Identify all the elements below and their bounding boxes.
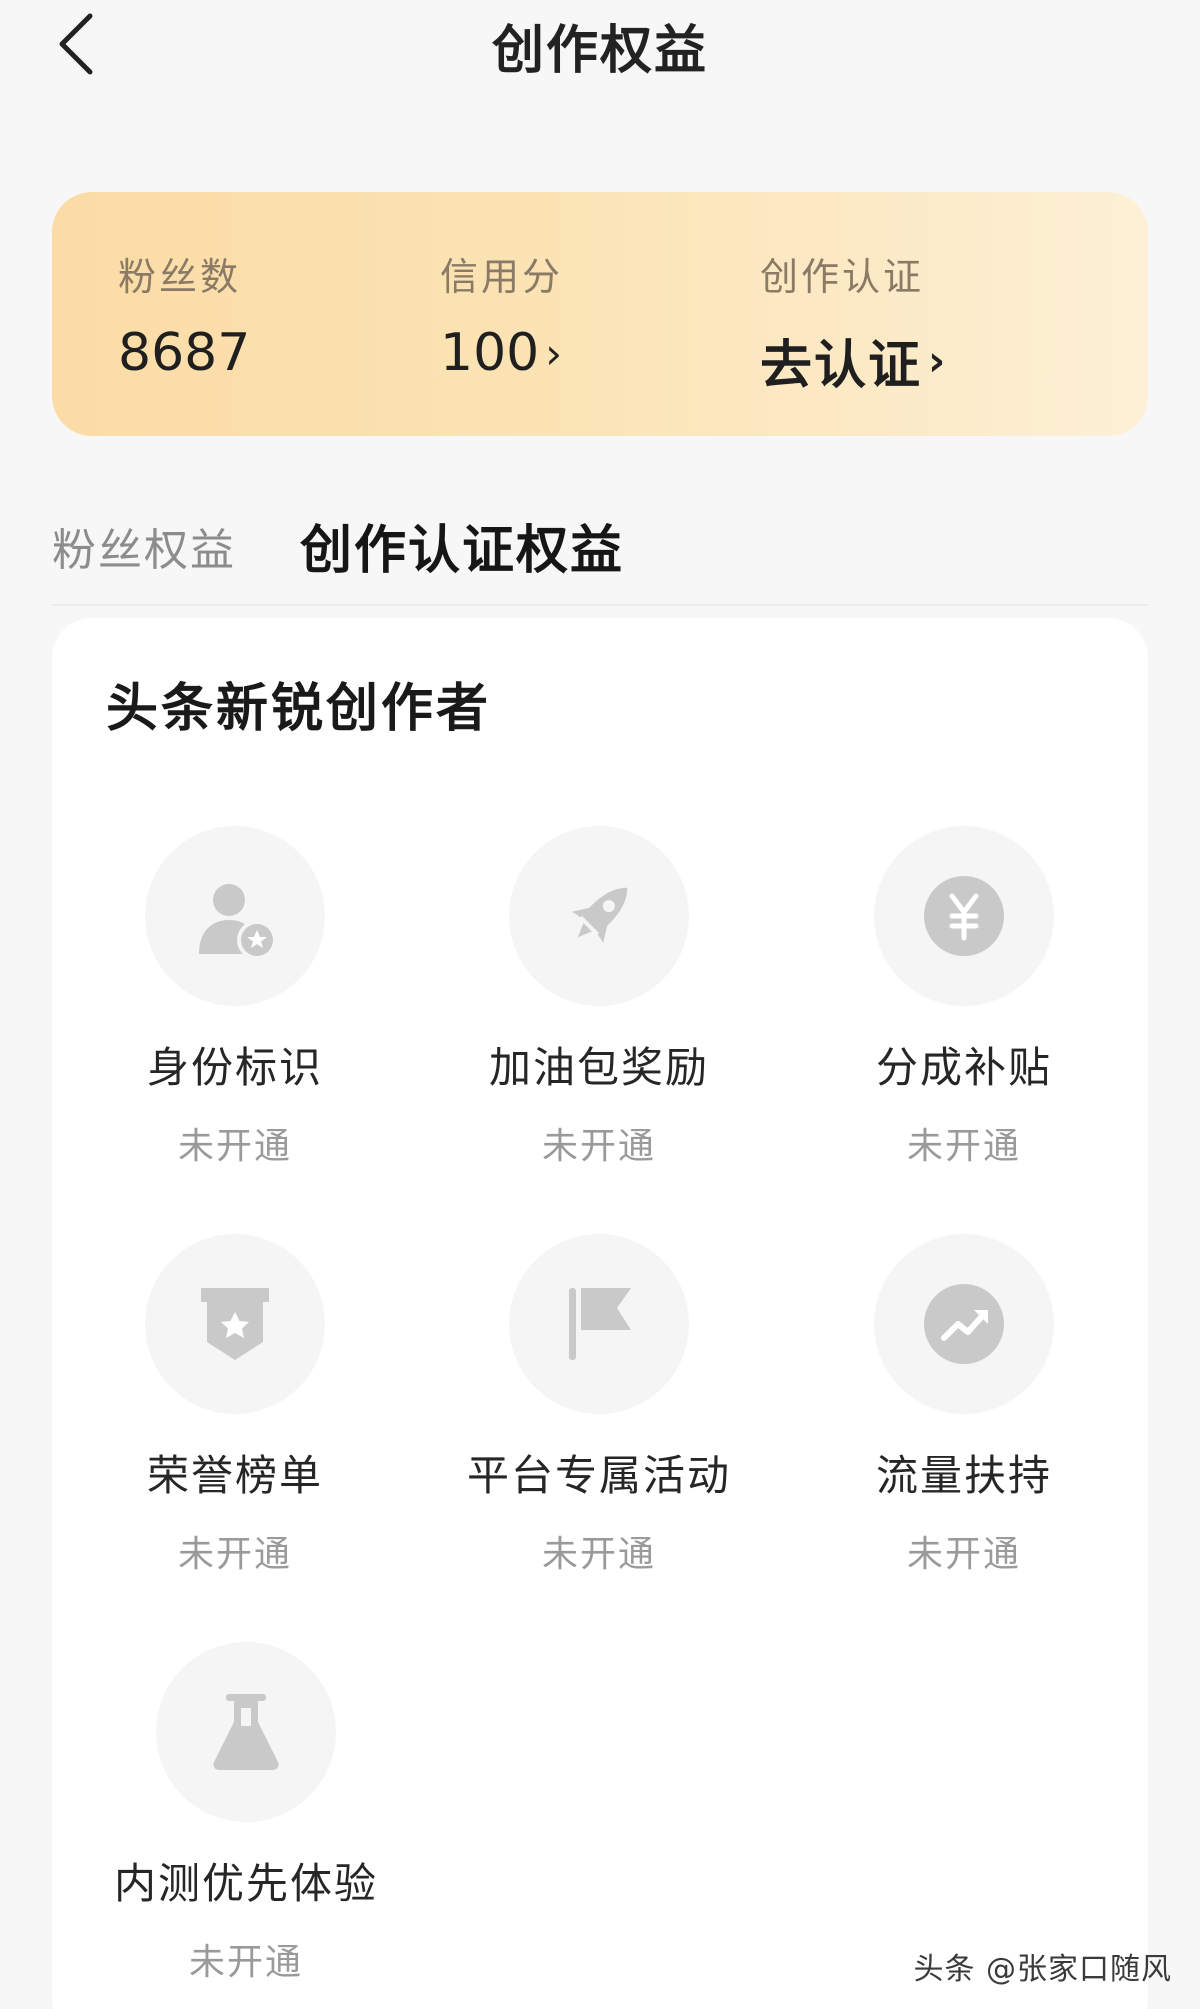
fans-label: 粉丝数	[118, 255, 242, 299]
yuan-icon	[924, 876, 1004, 956]
icon-circle	[156, 1642, 336, 1822]
tab-fan-benefits[interactable]: 粉丝权益	[52, 514, 236, 578]
benefit-status: 未开通	[177, 1126, 292, 1167]
credit-score: 100 ›	[440, 323, 563, 383]
benefit-name: 平台专属活动	[466, 1451, 731, 1500]
benefit-item-traffic-support[interactable]: 流量扶持 未开通	[814, 1234, 1114, 1577]
benefit-item-exclusive-events[interactable]: 平台专属活动 未开通	[449, 1234, 749, 1577]
benefit-name: 荣誉榜单	[146, 1451, 323, 1500]
fans-count-value: 8687	[118, 323, 251, 383]
icon-circle	[509, 1234, 689, 1414]
header: 创作权益	[0, 0, 1200, 90]
page: 创作权益 粉丝数 8687 信用分 100 › 创作认证 去认证 › 粉丝权益 …	[0, 0, 1200, 2009]
certification-link[interactable]: 创作认证 去认证 ›	[760, 246, 947, 398]
icon-circle	[874, 1234, 1054, 1414]
page-title: 创作权益	[491, 21, 708, 81]
icon-circle	[145, 826, 325, 1006]
shield-star-icon	[201, 1288, 269, 1360]
chevron-right-icon: ›	[545, 328, 563, 378]
benefit-status: 未开通	[541, 1126, 656, 1167]
credit-score-value: 100	[440, 323, 540, 383]
credit-label: 信用分	[440, 255, 564, 299]
benefit-status: 未开通	[906, 1534, 1021, 1575]
certification-label: 创作认证	[760, 255, 925, 299]
benefit-name: 身份标识	[146, 1043, 323, 1092]
stats-card: 粉丝数 8687 信用分 100 › 创作认证 去认证 ›	[52, 192, 1148, 436]
benefit-item-honor-list[interactable]: 荣誉榜单 未开通	[85, 1234, 385, 1577]
icon-circle	[874, 826, 1054, 1006]
benefit-item-boost-pack[interactable]: 加油包奖励 未开通	[449, 826, 749, 1169]
benefit-status: 未开通	[177, 1534, 292, 1575]
tab-certification-benefits[interactable]: 创作认证权益	[300, 508, 624, 583]
fans-stat: 粉丝数 8687	[118, 246, 250, 383]
chevron-right-icon: ›	[928, 336, 948, 385]
fans-count: 8687	[118, 323, 250, 383]
benefits-card: 头条新锐创作者 身份标识 未开通 加油包奖励 未开通 分成补贴 未开通 荣誉榜单…	[52, 618, 1148, 2009]
benefit-status: 未开通	[541, 1534, 656, 1575]
benefit-item-revenue-subsidy[interactable]: 分成补贴 未开通	[814, 826, 1114, 1169]
tab-bar: 粉丝权益 创作认证权益	[52, 500, 1148, 606]
rocket-icon	[572, 887, 628, 943]
icon-circle	[145, 1234, 325, 1414]
benefit-name: 流量扶持	[875, 1451, 1052, 1500]
icon-circle	[509, 826, 689, 1006]
certification-cta-text: 去认证	[760, 336, 923, 396]
benefit-item-beta-access[interactable]: 内测优先体验 未开通	[96, 1642, 396, 1985]
flag-icon	[569, 1288, 631, 1360]
benefit-name: 加油包奖励	[488, 1043, 709, 1092]
benefit-status: 未开通	[906, 1126, 1021, 1167]
benefit-item-identity[interactable]: 身份标识 未开通	[85, 826, 385, 1169]
certification-cta: 去认证 ›	[760, 323, 947, 398]
benefit-name: 内测优先体验	[113, 1859, 378, 1908]
watermark: 头条 @张家口随风	[913, 1952, 1172, 1987]
trend-up-icon	[924, 1284, 1004, 1364]
user-badge-icon	[199, 884, 277, 960]
section-title: 头条新锐创作者	[106, 679, 492, 739]
flask-icon	[213, 1694, 279, 1770]
benefit-name: 分成补贴	[875, 1043, 1052, 1092]
credit-score-link[interactable]: 信用分 100 ›	[440, 246, 563, 383]
benefit-status: 未开通	[188, 1942, 303, 1983]
